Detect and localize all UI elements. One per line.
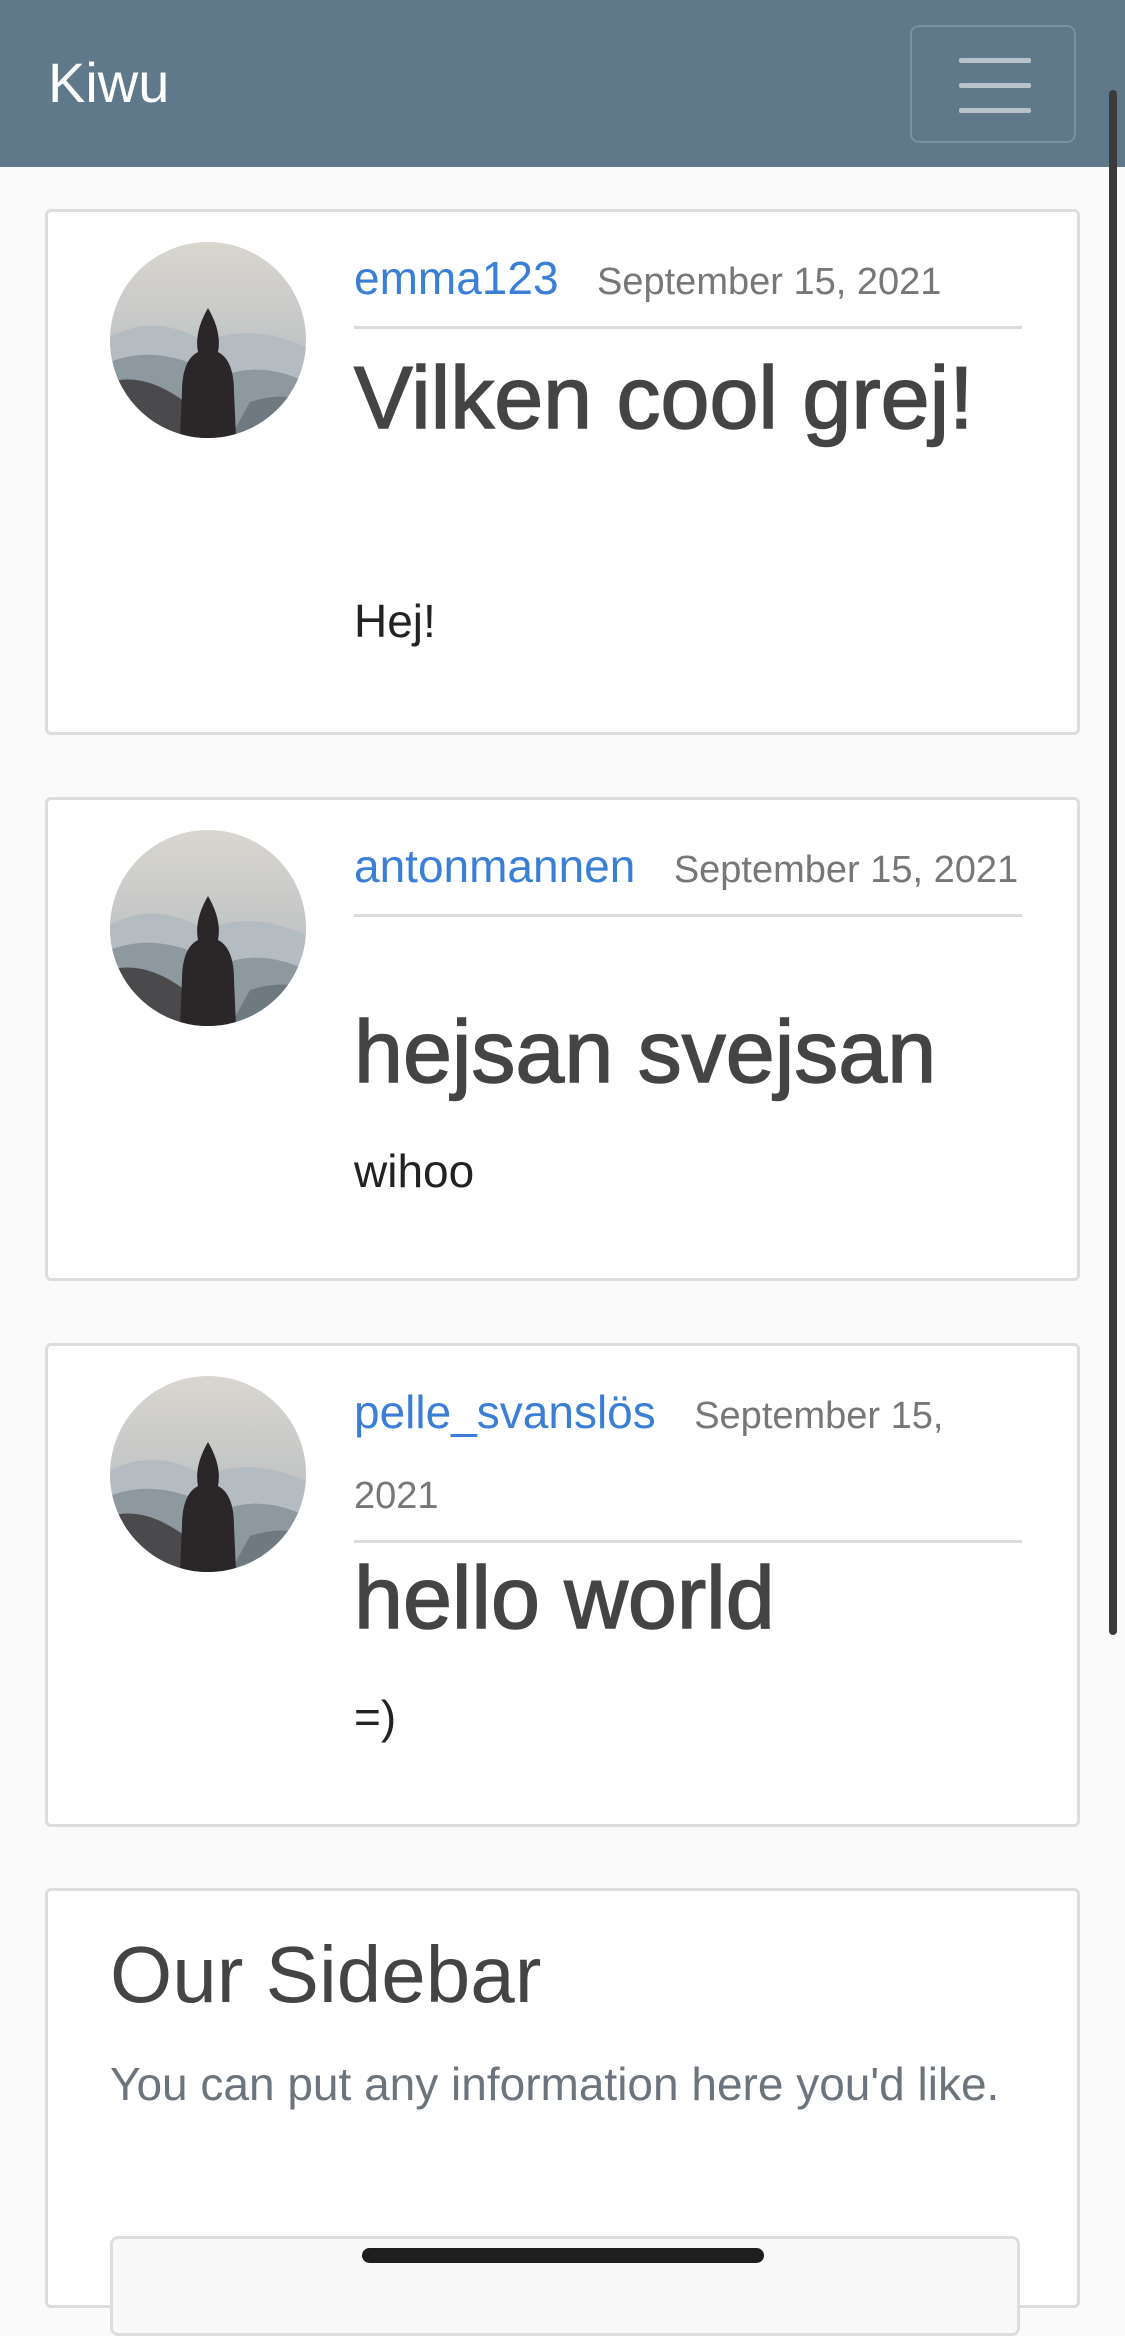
- post-card: pelle_svanslös September 15, 2021 hello …: [45, 1343, 1080, 1827]
- post-title[interactable]: hejsan svejsan: [353, 992, 1054, 1112]
- post-meta: emma123 September 15, 2021: [354, 242, 1022, 329]
- author-avatar[interactable]: [110, 830, 306, 1026]
- avatar-image: [110, 830, 306, 1026]
- post-content: wihoo: [354, 1145, 475, 1197]
- post-card: antonmannen September 15, 2021 hejsan sv…: [45, 797, 1080, 1281]
- post-meta: antonmannen September 15, 2021: [354, 830, 1022, 917]
- post-content: =): [354, 1691, 397, 1743]
- author-avatar[interactable]: [110, 1376, 306, 1572]
- avatar-image: [110, 1376, 306, 1572]
- author-link[interactable]: antonmannen: [354, 840, 635, 892]
- post-meta: pelle_svanslös September 15, 2021: [354, 1376, 1022, 1543]
- page-scrollbar[interactable]: [1109, 90, 1117, 1635]
- hamburger-menu-icon: [959, 58, 1031, 63]
- avatar-image: [110, 242, 306, 438]
- author-link[interactable]: pelle_svanslös: [354, 1386, 656, 1438]
- sidebar-card: Our Sidebar You can put any information …: [45, 1888, 1080, 2336]
- top-navbar: Kiwu: [0, 0, 1125, 167]
- post-date: September 15, 2021: [597, 261, 942, 303]
- post-content: Hej!: [354, 595, 436, 647]
- author-link[interactable]: emma123: [354, 252, 559, 304]
- post-date: September 15, 2021: [673, 849, 1019, 891]
- post-title[interactable]: hello world: [353, 1538, 1054, 1658]
- post-title[interactable]: Vilken cool grej!: [353, 338, 1054, 458]
- brand-link[interactable]: Kiwu: [48, 50, 169, 115]
- sidebar-description: You can put any information here you'd l…: [110, 2058, 1000, 2110]
- post-card: emma123 September 15, 2021 Vilken cool g…: [45, 209, 1080, 735]
- author-avatar[interactable]: [110, 242, 306, 438]
- sidebar-title: Our Sidebar: [110, 1930, 542, 2019]
- navbar-toggle-button[interactable]: [910, 25, 1076, 143]
- home-indicator[interactable]: [362, 2248, 764, 2263]
